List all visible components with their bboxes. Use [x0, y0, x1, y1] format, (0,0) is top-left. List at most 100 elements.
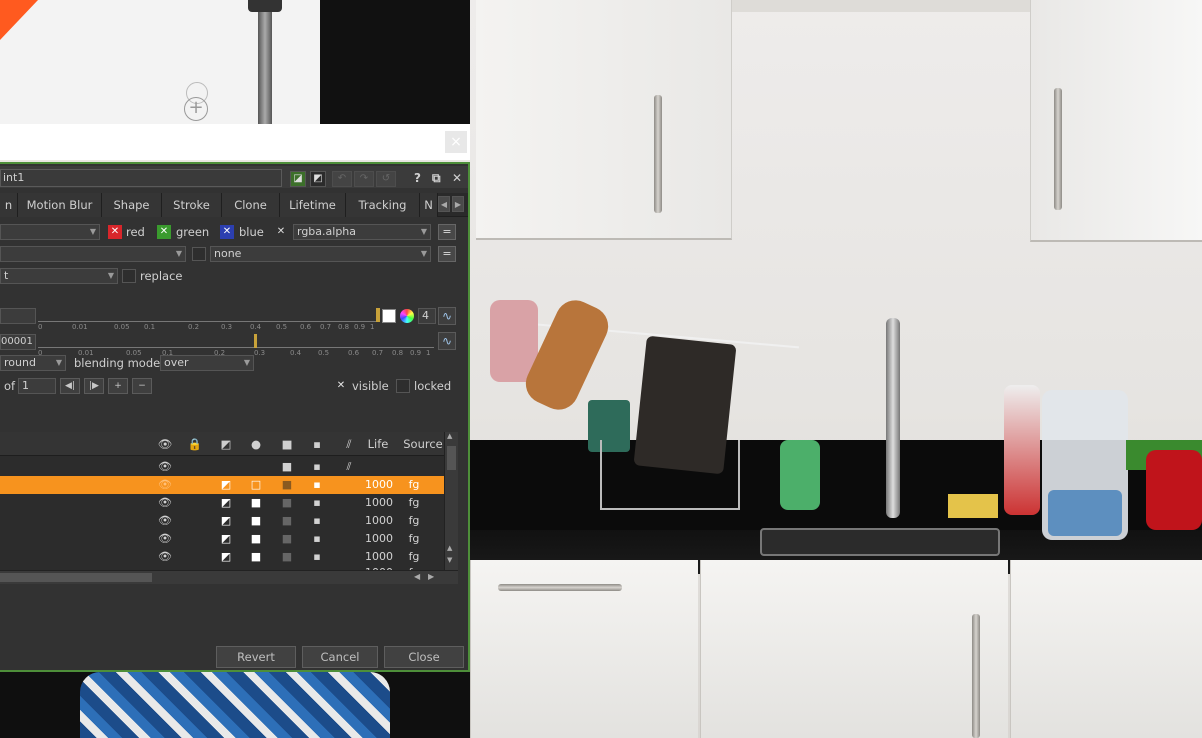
scroll-right-icon[interactable]: ▶: [428, 572, 434, 581]
scroll-up-icon[interactable]: ▲: [447, 544, 456, 554]
tab-scroll-left-icon[interactable]: ◀: [438, 196, 450, 212]
motion-blur-icon[interactable]: ⫽: [340, 458, 358, 476]
delete-key-icon[interactable]: −: [132, 378, 152, 394]
close-icon[interactable]: ×: [445, 131, 467, 153]
revert-icon[interactable]: ↺: [376, 171, 396, 187]
replace-checkbox[interactable]: [122, 269, 136, 283]
invert-icon[interactable]: ◩: [218, 512, 234, 530]
slider-handle[interactable]: [254, 334, 257, 348]
tab-tracking[interactable]: Tracking: [346, 193, 420, 217]
plus-icon[interactable]: +: [184, 97, 208, 121]
color-wheel-icon[interactable]: [400, 309, 414, 323]
invert-icon[interactable]: ◩: [218, 476, 234, 494]
overlay-icon[interactable]: ■: [280, 458, 294, 476]
eye-icon[interactable]: 👁: [156, 512, 174, 530]
opacity-input[interactable]: [0, 308, 36, 324]
opacity-slider[interactable]: 0 0.01 0.05 0.1 0.2 0.3 0.4 0.5 0.6 0.7 …: [38, 308, 380, 331]
cancel-button[interactable]: Cancel: [302, 646, 378, 668]
invert-column-icon[interactable]: ◩: [218, 432, 234, 456]
table-vertical-scrollbar[interactable]: ▲ ▲ ▼: [444, 432, 458, 570]
revert-button[interactable]: Revert: [216, 646, 296, 668]
node-color-icon[interactable]: ◪: [290, 171, 306, 187]
red-checkbox[interactable]: ✕: [108, 225, 122, 239]
life-column-header[interactable]: Life: [364, 432, 392, 456]
premult-checkbox[interactable]: [192, 247, 206, 261]
overlay-icon[interactable]: ■: [280, 530, 294, 548]
tab-stroke[interactable]: Stroke: [162, 193, 222, 217]
blue-checkbox[interactable]: ✕: [220, 225, 234, 239]
visible-checkbox[interactable]: ✕: [334, 379, 348, 393]
color-swatch[interactable]: ■: [248, 530, 264, 548]
table-row[interactable]: 👁 ◩ ■ ■ ▪ 1000 fg: [0, 512, 444, 530]
redo-icon[interactable]: ↷: [354, 171, 374, 187]
mask-dropdown[interactable]: none ▼: [210, 246, 431, 262]
close-icon[interactable]: ✕: [452, 169, 462, 187]
tab-lifetime[interactable]: Lifetime: [280, 193, 346, 217]
invert-icon[interactable]: ◩: [218, 530, 234, 548]
channel-link-button[interactable]: =: [438, 224, 456, 240]
output-dropdown[interactable]: ▼: [0, 224, 100, 240]
curve-icon[interactable]: ∿: [438, 332, 456, 350]
table-row[interactable]: 👁 ◩ ■ ■ ▪ 1000 fg: [0, 494, 444, 512]
color-swatch[interactable]: ■: [248, 512, 264, 530]
feather-slider[interactable]: 0 0.01 0.05 0.1 0.2 0.3 0.4 0.5 0.6 0.7 …: [38, 334, 434, 357]
visible-column-icon[interactable]: 👁: [156, 432, 174, 456]
color-swatch[interactable]: □: [248, 476, 264, 494]
scroll-left-icon[interactable]: ◀: [414, 572, 420, 581]
invert-icon[interactable]: ◩: [218, 494, 234, 512]
node-name-field[interactable]: int1: [0, 169, 282, 187]
undo-icon[interactable]: ↶: [332, 171, 352, 187]
total-field[interactable]: 1: [18, 378, 56, 394]
table-row[interactable]: 👁 ◩ ■ ■ ▪ 1000 fg: [0, 530, 444, 548]
scroll-thumb[interactable]: [0, 573, 152, 582]
alpha-channel-dropdown[interactable]: rgba.alpha ▼: [293, 224, 431, 240]
eye-icon[interactable]: 👁: [156, 458, 174, 476]
help-icon[interactable]: ?: [414, 169, 421, 187]
prev-key-icon[interactable]: ◀|: [60, 378, 80, 394]
tab-motion-blur[interactable]: Motion Blur: [18, 193, 102, 217]
clip-to-dropdown[interactable]: t ▼: [0, 268, 118, 284]
blend-icon[interactable]: ▪: [310, 512, 324, 530]
float-icon[interactable]: ⧉: [432, 169, 441, 187]
tab-shape[interactable]: Shape: [102, 193, 162, 217]
tab-partial-n[interactable]: N: [420, 193, 438, 217]
lock-column-icon[interactable]: 🔒: [186, 432, 204, 456]
locked-checkbox[interactable]: [396, 379, 410, 393]
tab-partial[interactable]: n: [0, 193, 18, 217]
curve-icon[interactable]: ∿: [438, 307, 456, 325]
overlay-icon[interactable]: ■: [280, 476, 294, 494]
table-row-selected[interactable]: 👁 ◩ □ ■ ▪ 1000 fg: [0, 476, 444, 494]
add-key-icon[interactable]: +: [108, 378, 128, 394]
eye-icon[interactable]: 👁: [156, 530, 174, 548]
tab-clone[interactable]: Clone: [222, 193, 280, 217]
source-column-header[interactable]: Source: [402, 432, 444, 456]
alpha-checkbox[interactable]: ✕: [274, 225, 288, 239]
premult-dropdown[interactable]: ▼: [0, 246, 186, 262]
tab-scroll-right-icon[interactable]: ▶: [452, 196, 464, 212]
blend-icon[interactable]: ▪: [310, 494, 324, 512]
blending-mode-dropdown[interactable]: over ▼: [160, 355, 254, 371]
overlay-icon[interactable]: ■: [280, 494, 294, 512]
blend-icon[interactable]: ▪: [310, 476, 324, 494]
slider-handle[interactable]: [376, 308, 380, 322]
green-checkbox[interactable]: ✕: [157, 225, 171, 239]
feather-input[interactable]: 00001: [0, 334, 36, 350]
table-horizontal-scrollbar[interactable]: ◀ ▶: [0, 570, 458, 584]
color-swatch[interactable]: ■: [248, 494, 264, 512]
eye-icon[interactable]: 👁: [156, 494, 174, 512]
mask-link-button[interactable]: =: [438, 246, 456, 262]
color-swatch[interactable]: [382, 309, 396, 323]
blend-icon[interactable]: ▪: [310, 458, 324, 476]
channel-count[interactable]: 4: [418, 308, 436, 324]
blend-column-icon[interactable]: ▪: [310, 432, 324, 456]
close-button[interactable]: Close: [384, 646, 464, 668]
next-key-icon[interactable]: |▶: [84, 378, 104, 394]
scroll-down-icon[interactable]: ▼: [447, 556, 456, 566]
blend-icon[interactable]: ▪: [310, 530, 324, 548]
color-column-icon[interactable]: ●: [248, 432, 264, 456]
overlay-column-icon[interactable]: ■: [280, 432, 294, 456]
node-color2-icon[interactable]: ◩: [310, 171, 326, 187]
eye-icon[interactable]: 👁: [156, 476, 174, 494]
scroll-thumb[interactable]: [447, 446, 456, 470]
scroll-up-icon[interactable]: ▲: [447, 432, 456, 442]
